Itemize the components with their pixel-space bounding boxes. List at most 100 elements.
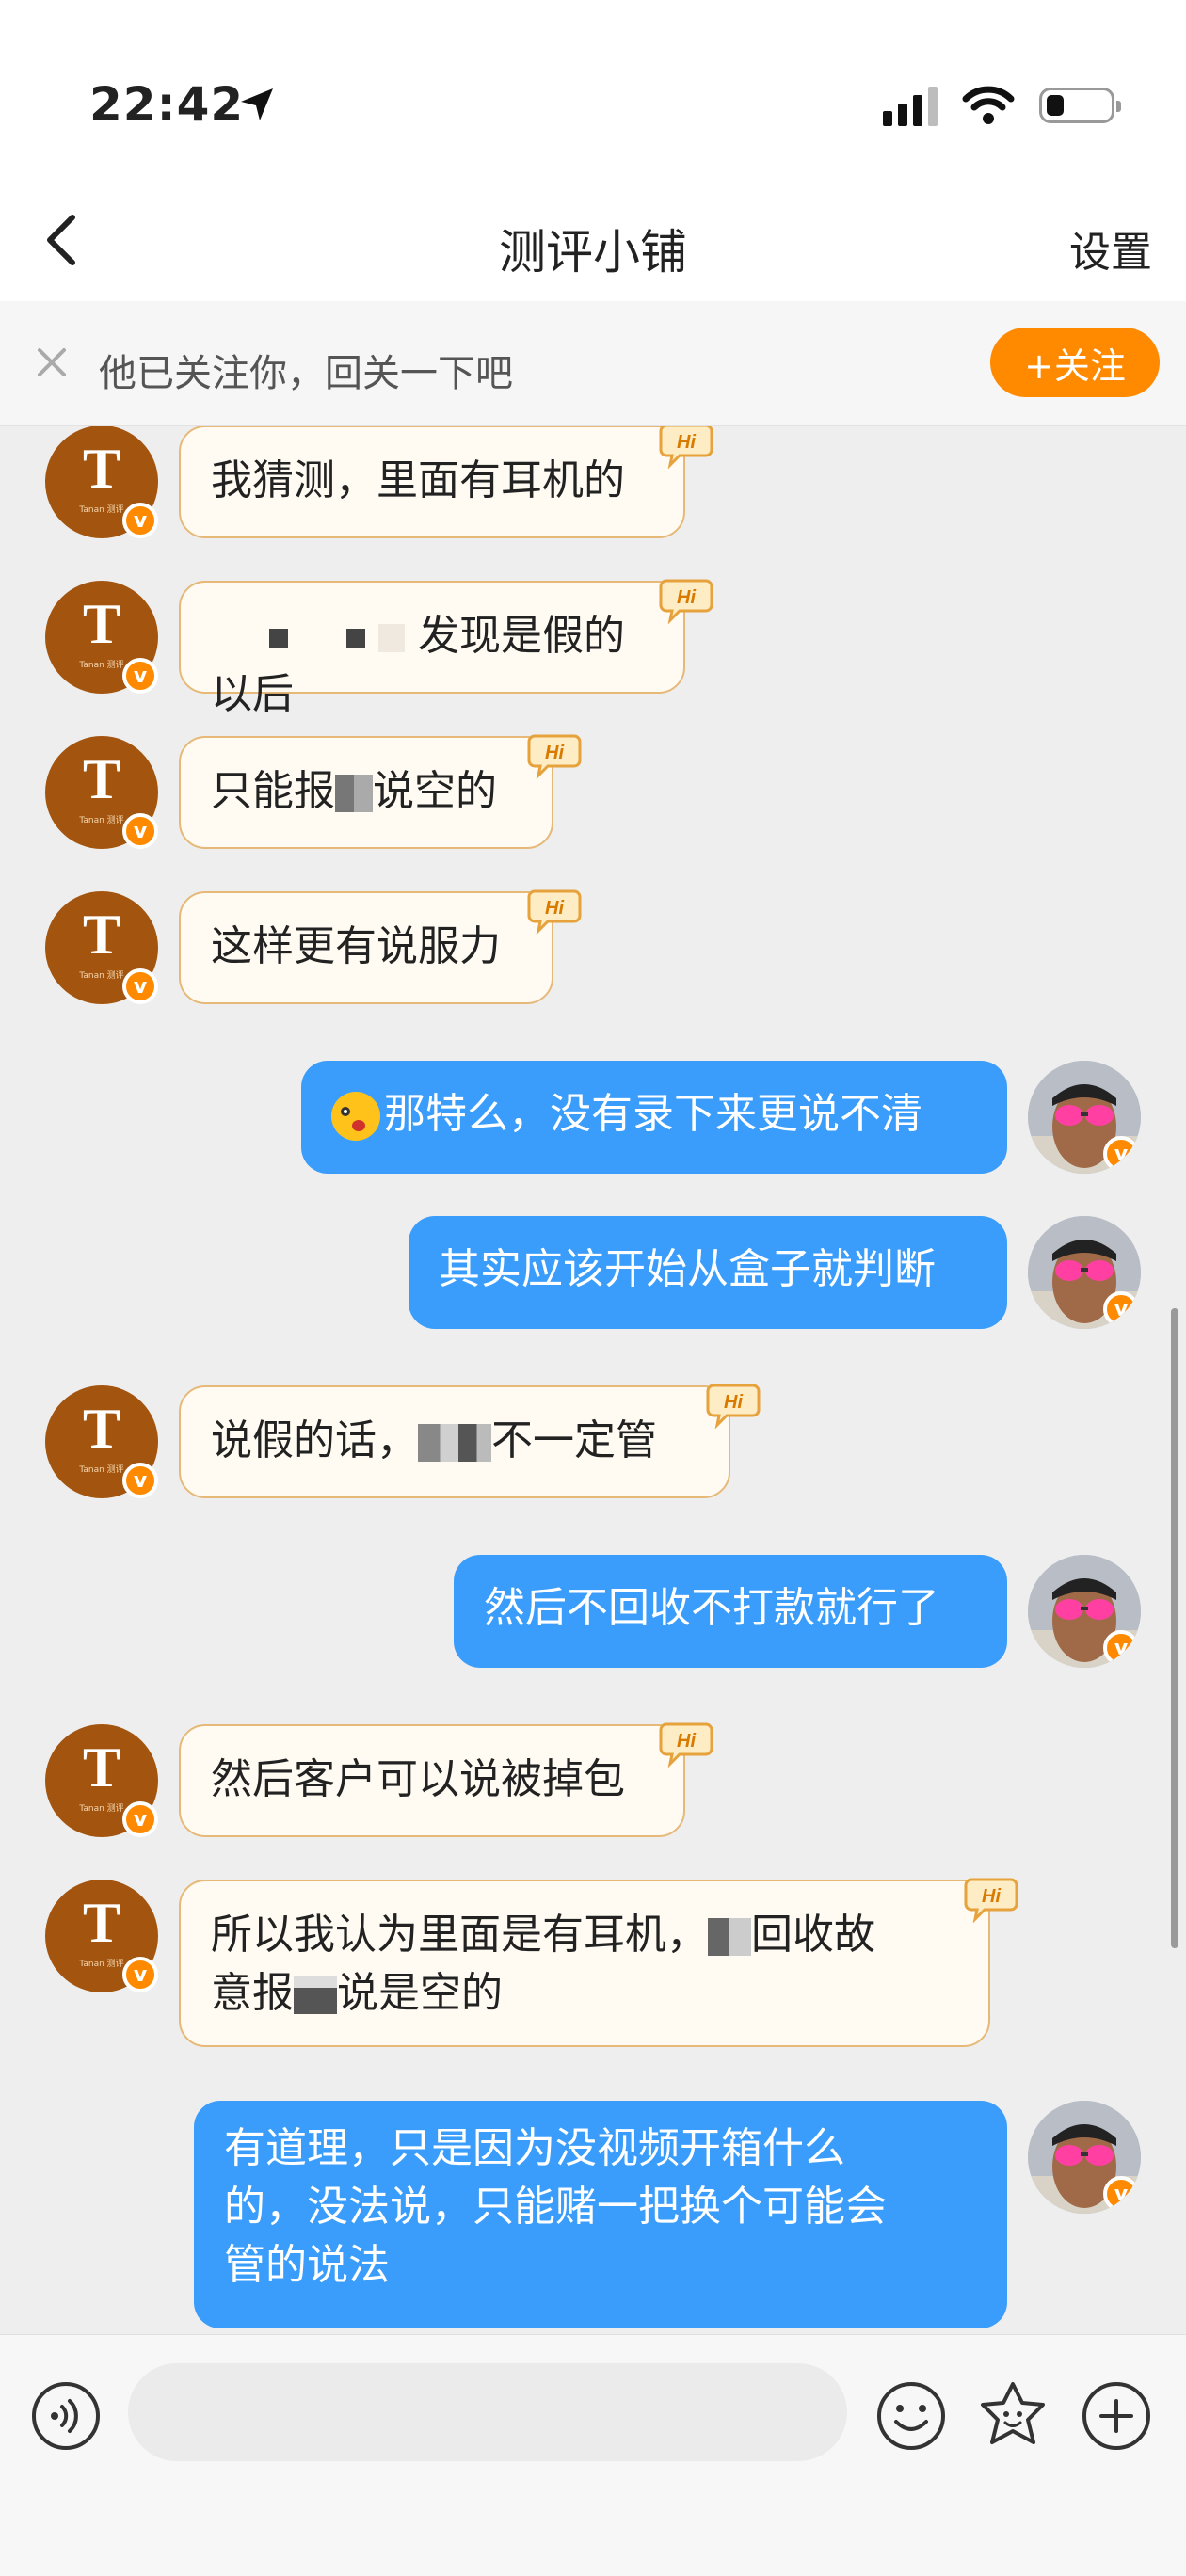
input-bar (0, 2334, 1186, 2576)
verified-badge-icon: v (122, 813, 158, 849)
message-text: 说空的 (373, 767, 497, 815)
hi-badge-icon[interactable]: Hi (964, 1876, 1018, 1923)
follow-banner-text: 他已关注你，回关一下吧 (99, 352, 513, 395)
avatar[interactable]: v (1028, 1061, 1141, 1174)
redacted-block (211, 629, 250, 648)
message-input[interactable] (128, 2363, 847, 2461)
svg-text:Hi: Hi (545, 898, 564, 919)
sticker-icon[interactable] (975, 2378, 1050, 2454)
top-bar: 22:42 测评小铺 设置 (0, 0, 1186, 301)
avatar-letter: T (82, 438, 121, 500)
message-bubble[interactable]: 这样更有说服力 (179, 891, 553, 1004)
verified-badge-icon: v (122, 968, 158, 1004)
message-bubble[interactable]: 然后不回收不打款就行了 (454, 1555, 1007, 1668)
avatar[interactable]: T Tanan 测评 v (45, 581, 158, 694)
message-bubble[interactable]: 发现是假的以后 (179, 581, 685, 718)
message-bubble[interactable]: 其实应该开始从盒子就判断 (409, 1216, 1007, 1329)
message-text: 发现是假的以后 (211, 612, 625, 718)
status-time: 22:42 (89, 77, 245, 132)
verified-badge-icon: v (122, 1463, 158, 1498)
avatar[interactable]: v (1028, 1216, 1141, 1329)
verified-badge-icon: v (1103, 2176, 1139, 2212)
emoji-icon[interactable] (873, 2378, 949, 2454)
svg-text:Hi: Hi (982, 1886, 1001, 1907)
avatar[interactable]: T Tanan 测评 v (45, 1385, 158, 1498)
message-text: 然后客户可以说被掉包 (211, 1755, 625, 1803)
redacted-block (346, 629, 365, 648)
voice-icon[interactable] (28, 2378, 104, 2454)
message-text: 回收故 (751, 1911, 875, 1959)
avatar[interactable]: v (1028, 1555, 1141, 1668)
follow-banner: 他已关注你，回关一下吧 +关注 (0, 301, 1186, 426)
message-text: 只能报 (211, 767, 335, 815)
verified-badge-icon: v (1103, 1136, 1139, 1172)
avatar[interactable]: T Tanan 测评 v (45, 425, 158, 538)
scrollbar[interactable] (1171, 1308, 1178, 1948)
svg-text:Hi: Hi (677, 432, 696, 453)
svg-text:Hi: Hi (724, 1392, 743, 1413)
redacted-block (269, 629, 288, 648)
verified-badge-icon: v (122, 658, 158, 694)
avatar[interactable]: T Tanan 测评 v (45, 1880, 158, 1992)
nav-bar: 测评小铺 设置 (0, 179, 1186, 301)
verified-badge-icon: v (122, 1801, 158, 1837)
verified-badge-icon: v (122, 503, 158, 538)
verified-badge-icon: v (1103, 1630, 1139, 1666)
settings-button[interactable]: 设置 (1069, 218, 1152, 279)
svg-text:Hi: Hi (545, 743, 564, 763)
message-bubble[interactable]: 然后客户可以说被掉包 (179, 1724, 685, 1837)
message-text: 说是空的 (337, 1969, 503, 2017)
redacted-block (708, 1918, 751, 1956)
message-text: 然后不回收不打款就行了 (484, 1584, 939, 1632)
signal-icon (883, 85, 938, 126)
message-text-line: 的，没法说，只能赌一把换个可能会 (224, 2183, 887, 2231)
svg-text:Hi: Hi (677, 587, 696, 608)
drooling-face-emoji-icon (331, 1092, 380, 1141)
message-text: 这样更有说服力 (211, 922, 501, 970)
message-text: 其实应该开始从盒子就判断 (439, 1245, 936, 1293)
message-text-line: 管的说法 (224, 2241, 390, 2289)
hi-badge-icon[interactable]: Hi (659, 577, 713, 624)
hi-badge-icon[interactable]: Hi (659, 1720, 713, 1768)
hi-badge-icon[interactable]: Hi (706, 1382, 761, 1429)
message-bubble[interactable]: 我猜测，里面有耳机的 (179, 425, 685, 538)
avatar[interactable]: T Tanan 测评 v (45, 736, 158, 849)
redacted-block (378, 624, 405, 652)
message-bubble[interactable]: 只能报 说空的 (179, 736, 553, 849)
wifi-icon (962, 86, 1015, 124)
hi-badge-icon[interactable]: Hi (659, 422, 713, 469)
verified-badge-icon: v (122, 1957, 158, 1992)
message-text: 那特么，没有录下来更说不清 (384, 1090, 922, 1138)
avatar-letter: T (82, 904, 121, 966)
message-text: 说假的话， (211, 1416, 418, 1464)
message-bubble[interactable]: 那特么，没有录下来更说不清 (301, 1061, 1007, 1174)
message-bubble[interactable]: 所以我认为里面是有耳机， 回收故 意报 说是空的 (179, 1880, 990, 2047)
avatar[interactable]: T Tanan 测评 v (45, 1724, 158, 1837)
message-bubble[interactable]: 说假的话， 不一定管 (179, 1385, 730, 1498)
redacted-block (335, 775, 373, 812)
hi-badge-icon[interactable]: Hi (527, 888, 582, 935)
avatar-letter: T (82, 1736, 121, 1799)
plus-icon[interactable] (1079, 2378, 1154, 2454)
message-bubble[interactable]: 有道理，只是因为没视频开箱什么 的，没法说，只能赌一把换个可能会 管的说法 (194, 2101, 1007, 2328)
redacted-block (294, 1976, 337, 2014)
avatar-letter: T (82, 1892, 121, 1954)
location-arrow-icon (241, 88, 273, 120)
avatar[interactable]: T Tanan 测评 v (45, 891, 158, 1004)
message-text: 意报 (211, 1969, 294, 2017)
redacted-block (418, 1424, 491, 1462)
avatar-letter: T (82, 593, 121, 655)
verified-badge-icon: v (1103, 1291, 1139, 1327)
message-text: 所以我认为里面是有耳机， (211, 1911, 708, 1959)
redacted-block (301, 629, 333, 648)
hi-badge-icon[interactable]: Hi (527, 732, 582, 779)
page-title: 测评小铺 (499, 225, 687, 280)
avatar-letter: T (82, 748, 121, 810)
message-text: 我猜测，里面有耳机的 (211, 456, 625, 504)
avatar[interactable]: v (1028, 2101, 1141, 2214)
message-text-line: 有道理，只是因为没视频开箱什么 (224, 2124, 845, 2172)
svg-text:Hi: Hi (677, 1731, 696, 1752)
close-icon[interactable] (28, 339, 75, 386)
follow-button[interactable]: +关注 (990, 328, 1160, 397)
battery-icon (1039, 88, 1121, 123)
